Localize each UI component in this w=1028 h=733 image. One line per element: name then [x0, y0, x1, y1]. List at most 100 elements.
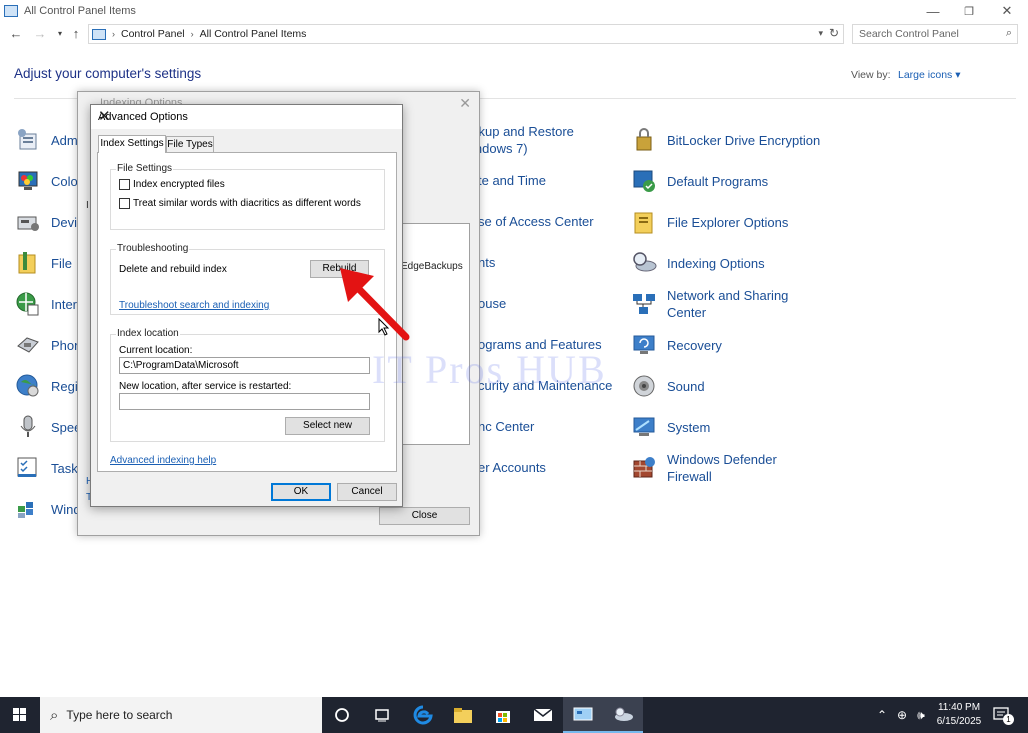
control-panel-taskbar-icon[interactable]: [563, 697, 603, 733]
notification-count-badge: 1: [1003, 714, 1014, 725]
advanced-dialog-close-icon[interactable]: ✕: [98, 107, 394, 125]
cp-item-mouse[interactable]: ouse: [478, 295, 506, 312]
cp-item-indexing-options[interactable]: Indexing Options: [631, 250, 765, 276]
cp-item-date-time[interactable]: te and Time: [478, 172, 546, 189]
cp-item-label: nts: [478, 255, 496, 270]
cp-item-taskbar[interactable]: Task: [15, 455, 78, 481]
view-by-dropdown[interactable]: Large icons ▾: [898, 69, 960, 81]
back-arrow-icon[interactable]: ←: [8, 26, 24, 41]
troubleshoot-link[interactable]: Troubleshoot search and indexing: [119, 300, 269, 311]
phone-modem-icon: [15, 332, 41, 358]
breadcrumb-all-items[interactable]: All Control Panel Items: [200, 28, 307, 40]
cp-item-label: nc Center: [478, 419, 535, 434]
mail-icon[interactable]: [523, 697, 563, 733]
cp-item-region[interactable]: Regi: [15, 373, 78, 399]
minimize-button[interactable]: —: [915, 0, 951, 22]
volume-icon[interactable]: 🕪: [912, 697, 930, 733]
cp-item-network-sharing[interactable]: Network and Sharing Center: [631, 287, 788, 321]
cp-item-admin-tools[interactable]: Adm: [15, 127, 78, 153]
address-toolbar: ← → ▾ ↑ › Control Panel › All Control Pa…: [0, 22, 1028, 46]
index-location-label: Index location: [116, 328, 180, 339]
cp-item-windows-mobility[interactable]: Wind: [15, 496, 81, 522]
cp-item-firewall[interactable]: Windows Defender Firewall: [631, 451, 777, 485]
cp-item-color-management[interactable]: Colo: [15, 168, 78, 194]
refresh-icon[interactable]: ↻: [829, 26, 839, 40]
tab-index-settings[interactable]: Index Settings: [98, 135, 166, 153]
cp-item-speech[interactable]: Spee: [15, 414, 81, 440]
restore-button[interactable]: ❐: [951, 0, 987, 22]
cp-item-file-history[interactable]: File: [15, 250, 72, 276]
cp-item-file-explorer-options[interactable]: File Explorer Options: [631, 209, 788, 235]
cp-item-ease-of-access[interactable]: se of Access Center: [478, 213, 594, 230]
diacritics-label: Treat similar words with diacritics as d…: [133, 198, 361, 209]
file-settings-label: File Settings: [116, 163, 174, 174]
cp-item-label: te and Time: [478, 173, 546, 188]
cp-item-label: Recovery: [667, 337, 722, 353]
admin-tools-icon: [15, 127, 41, 153]
cp-item-internet-options[interactable]: Inter: [15, 291, 77, 317]
indexing-options-taskbar-icon[interactable]: [603, 697, 643, 733]
windows-mobility-icon: [15, 496, 41, 522]
recent-chevron-icon[interactable]: ▾: [52, 29, 68, 38]
new-location-field[interactable]: [119, 393, 370, 410]
indexing-dialog-text-fragment: I: [86, 200, 89, 211]
cp-item-sound[interactable]: Sound: [631, 373, 705, 399]
task-view-icon[interactable]: [362, 697, 402, 733]
address-dropdown-icon[interactable]: ▾: [818, 28, 823, 39]
windows-logo-icon: [13, 708, 26, 721]
file-explorer-icon[interactable]: [443, 697, 483, 733]
current-location-field: C:\ProgramData\Microsoft: [119, 357, 370, 374]
edge-icon[interactable]: [403, 697, 443, 733]
network-globe-icon[interactable]: ⊕: [893, 697, 911, 733]
cp-item-label: ckup and Restore indows 7): [472, 124, 574, 156]
cancel-button[interactable]: Cancel: [337, 483, 397, 501]
store-icon[interactable]: [483, 697, 523, 733]
indexing-close-button[interactable]: Close: [379, 507, 470, 525]
firewall-icon: [631, 455, 657, 481]
indexing-dialog-close-icon[interactable]: ✕: [459, 95, 471, 112]
breadcrumb-chevron-icon: ›: [112, 29, 115, 39]
system-icon: [631, 414, 657, 440]
diacritics-checkbox[interactable]: Treat similar words with diacritics as d…: [119, 198, 361, 209]
cortana-icon[interactable]: [322, 697, 362, 733]
close-window-button[interactable]: ✕: [989, 0, 1025, 22]
cp-item-fonts[interactable]: nts: [478, 254, 495, 271]
troubleshooting-label: Troubleshooting: [116, 243, 190, 254]
window-title: All Control Panel Items: [24, 5, 136, 17]
current-location-label: Current location:: [119, 345, 193, 356]
cp-item-recovery[interactable]: Recovery: [631, 332, 722, 358]
cp-item-sync-center[interactable]: nc Center: [478, 418, 534, 435]
taskbar-clock[interactable]: 11:40 PM 6/15/2025: [930, 701, 988, 729]
cp-item-device-manager[interactable]: Devi: [15, 209, 77, 235]
taskbar-search-box[interactable]: ⌕ Type here to search: [40, 697, 322, 733]
checkbox-box[interactable]: [119, 198, 130, 209]
address-box[interactable]: › Control Panel › All Control Panel Item…: [88, 24, 844, 44]
notifications-button[interactable]: 1: [990, 697, 1014, 733]
checkbox-box[interactable]: [119, 179, 130, 190]
bitlocker-icon: [631, 127, 657, 153]
annotation-arrow-icon: [340, 268, 410, 341]
cp-item-label: Adm: [51, 132, 78, 148]
cp-item-user-accounts[interactable]: er Accounts: [478, 459, 546, 476]
select-new-button[interactable]: Select new: [285, 417, 370, 435]
view-by-label: View by:: [851, 69, 891, 81]
advanced-help-link[interactable]: Advanced indexing help: [110, 455, 216, 466]
cp-item-backup-restore[interactable]: ckup and Restore indows 7): [472, 123, 574, 157]
ok-button[interactable]: OK: [271, 483, 331, 501]
cp-item-label: Inter: [51, 296, 78, 312]
cp-item-system[interactable]: System: [631, 414, 710, 440]
index-encrypted-checkbox[interactable]: Index encrypted files: [119, 179, 225, 190]
clock-date: 6/15/2025: [936, 716, 982, 727]
forward-arrow-icon[interactable]: →: [32, 26, 48, 41]
search-input[interactable]: Search Control Panel ⌕: [852, 24, 1018, 44]
tab-file-types[interactable]: File Types: [166, 136, 214, 153]
cp-item-phone-modem[interactable]: Phon: [15, 332, 81, 358]
show-hidden-icons-icon[interactable]: ⌃: [874, 697, 890, 733]
start-button[interactable]: [0, 697, 40, 733]
device-manager-icon: [15, 209, 41, 235]
cp-item-bitlocker[interactable]: BitLocker Drive Encryption: [631, 127, 820, 153]
up-arrow-icon[interactable]: ↑: [68, 26, 84, 41]
search-icon[interactable]: ⌕: [1006, 27, 1012, 40]
breadcrumb-control-panel[interactable]: Control Panel: [121, 28, 185, 40]
cp-item-default-programs[interactable]: Default Programs: [631, 168, 768, 194]
